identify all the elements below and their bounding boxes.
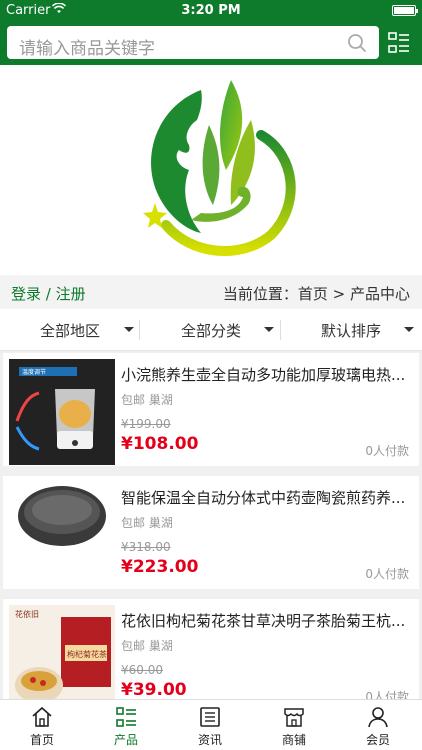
- home-icon: [32, 706, 52, 727]
- product-image[interactable]: [9, 482, 115, 588]
- original-price: ¥318.00: [121, 540, 171, 554]
- product-card[interactable]: 花依旧 枸杞菊花茶 花依旧枸杞菊花茶甘草决明子茶胎菊王杭... 包邮 巢湖 ¥6…: [3, 599, 419, 699]
- product-image[interactable]: 温度调节: [9, 359, 115, 465]
- sale-price: ¥39.00: [121, 680, 187, 699]
- product-title[interactable]: 小浣熊养生壶全自动多功能加厚玻璃电热...: [121, 364, 413, 385]
- svg-text:枸杞菊花茶: 枸杞菊花茶: [67, 649, 107, 659]
- paid-count: 0人付款: [365, 444, 409, 458]
- filter-sort-label: 默认排序: [321, 322, 382, 340]
- battery-icon: [392, 5, 418, 16]
- product-meta: 包邮 巢湖: [121, 516, 173, 530]
- tab-shop-label: 商铺: [281, 733, 306, 747]
- top-header: 请输入商品关键字: [0, 20, 422, 65]
- clock: 3:20 PM: [181, 3, 241, 18]
- divider: [280, 320, 281, 340]
- tab-news[interactable]: 资讯: [168, 700, 252, 750]
- paid-count: 0人付款: [365, 690, 409, 699]
- tab-home-label: 首页: [29, 733, 54, 747]
- product-card[interactable]: 温度调节 小浣熊养生壶全自动多功能加厚玻璃电热... 包邮 巢湖 ¥199.00…: [3, 353, 419, 466]
- login-register-link[interactable]: 登录 / 注册: [11, 283, 86, 304]
- original-price: ¥60.00: [121, 663, 163, 677]
- sale-price: ¥223.00: [121, 557, 199, 577]
- filter-category-label: 全部分类: [181, 322, 242, 340]
- tab-home[interactable]: 首页: [0, 700, 84, 750]
- filter-region[interactable]: 全部地区: [0, 309, 140, 351]
- chevron-down-icon: [404, 327, 414, 332]
- original-price: ¥199.00: [121, 417, 171, 431]
- location-bar: 登录 / 注册 当前位置：首页 > 产品中心: [0, 275, 422, 309]
- filter-bar: 全部地区 全部分类 默认排序: [0, 309, 422, 351]
- search-bar[interactable]: 请输入商品关键字: [7, 26, 379, 59]
- filter-sort[interactable]: 默认排序: [282, 309, 422, 351]
- product-list: 温度调节 小浣熊养生壶全自动多功能加厚玻璃电热... 包邮 巢湖 ¥199.00…: [0, 351, 422, 699]
- tab-news-label: 资讯: [197, 733, 222, 747]
- list-menu-icon[interactable]: [388, 32, 410, 54]
- product-card[interactable]: 智能保温全自动分体式中药壶陶瓷煎药养... 包邮 巢湖 ¥318.00 ¥223…: [3, 476, 419, 589]
- product-title[interactable]: 花依旧枸杞菊花茶甘草决明子茶胎菊王杭...: [121, 610, 413, 631]
- tab-products[interactable]: 产品: [84, 700, 168, 750]
- filter-region-label: 全部地区: [40, 322, 101, 340]
- sale-price: ¥108.00: [121, 434, 199, 454]
- divider: [139, 320, 140, 340]
- product-title[interactable]: 智能保温全自动分体式中药壶陶瓷煎药养...: [121, 487, 413, 508]
- news-icon: [200, 707, 220, 727]
- chevron-down-icon: [124, 327, 134, 332]
- shop-icon: [284, 708, 304, 727]
- tab-member-label: 会员: [365, 733, 390, 747]
- product-meta: 包邮 巢湖: [121, 639, 173, 653]
- status-bar: Carrier 3:20 PM: [0, 0, 422, 20]
- filter-category[interactable]: 全部分类: [141, 309, 281, 351]
- banner: [0, 65, 422, 275]
- search-input[interactable]: 请输入商品关键字: [19, 34, 155, 59]
- tab-member[interactable]: 会员: [336, 700, 420, 750]
- tab-shop[interactable]: 商铺: [252, 700, 336, 750]
- breadcrumb: 当前位置：首页 > 产品中心: [222, 285, 410, 303]
- paid-count: 0人付款: [365, 567, 409, 581]
- product-list-icon: [116, 707, 136, 727]
- brand-logo: [143, 80, 296, 256]
- search-icon[interactable]: [347, 33, 367, 53]
- svg-text:温度调节: 温度调节: [22, 368, 46, 376]
- product-meta: 包邮 巢湖: [121, 393, 173, 407]
- user-icon: [368, 707, 388, 728]
- svg-text:花依旧: 花依旧: [15, 609, 39, 619]
- product-image[interactable]: 花依旧 枸杞菊花茶: [9, 605, 115, 699]
- bottom-tab-bar: 首页 产品 资讯 商铺 会员: [0, 699, 422, 750]
- tab-products-label: 产品: [113, 733, 138, 747]
- chevron-down-icon: [264, 327, 274, 332]
